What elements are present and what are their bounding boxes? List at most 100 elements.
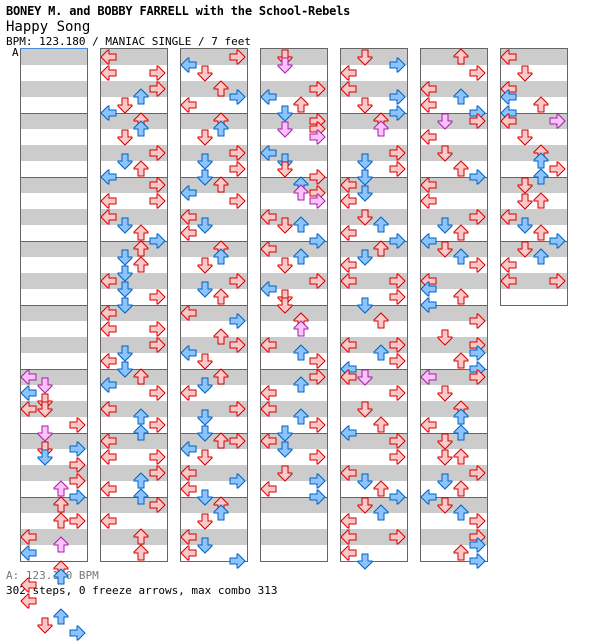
chart-info: BPM: 123.180 / MANIAC SINGLE / 7 feet <box>6 35 252 48</box>
arrow-left-icon <box>340 273 357 289</box>
arrow-left-icon <box>260 481 277 497</box>
arrow-left-icon <box>100 401 117 417</box>
arrow-left-icon <box>180 545 197 561</box>
arrow-right-icon <box>469 113 486 129</box>
arrow-right-icon <box>229 553 246 569</box>
arrow-right-icon <box>309 449 326 465</box>
arrow-up-icon <box>453 288 469 305</box>
arrow-right-icon <box>469 465 486 481</box>
arrow-right-icon <box>469 553 486 569</box>
arrow-right-icon <box>389 105 406 121</box>
arrow-right-icon <box>309 81 326 97</box>
arrow-up-icon <box>213 368 229 385</box>
arrow-down-icon <box>277 441 293 458</box>
arrow-down-icon <box>277 121 293 138</box>
arrow-right-icon <box>309 129 326 145</box>
arrow-down-icon <box>197 449 213 466</box>
arrow-right-icon <box>229 401 246 417</box>
arrow-right-icon <box>69 417 86 433</box>
measure-line <box>21 177 87 178</box>
arrow-right-icon <box>229 473 246 489</box>
arrow-down-icon <box>357 369 373 386</box>
arrow-right-icon <box>69 625 86 641</box>
arrow-up-icon <box>133 120 149 137</box>
arrow-up-icon <box>533 192 549 209</box>
arrow-right-icon <box>309 193 326 209</box>
arrow-left-icon <box>260 337 277 353</box>
arrow-right-icon <box>229 193 246 209</box>
measure-line <box>21 305 87 306</box>
arrow-left-icon <box>500 273 517 289</box>
arrow-right-icon <box>309 369 326 385</box>
bpm-marker: A <box>12 46 19 59</box>
arrow-down-icon <box>357 249 373 266</box>
arrow-up-icon <box>293 376 309 393</box>
arrow-left-icon <box>340 369 357 385</box>
arrow-up-icon <box>133 424 149 441</box>
arrow-up-icon <box>53 536 69 553</box>
arrow-down-icon <box>197 129 213 146</box>
arrow-left-icon <box>340 425 357 441</box>
arrow-right-icon <box>469 209 486 225</box>
arrow-down-icon <box>437 329 453 346</box>
arrow-right-icon <box>549 113 566 129</box>
arrow-right-icon <box>469 169 486 185</box>
bpm-change-line <box>20 48 88 49</box>
arrow-left-icon <box>180 97 197 113</box>
arrow-right-icon <box>149 417 166 433</box>
arrow-down-icon <box>197 377 213 394</box>
arrow-down-icon <box>277 257 293 274</box>
arrow-left-icon <box>340 337 357 353</box>
measure-line <box>21 241 87 242</box>
arrow-down-icon <box>357 49 373 66</box>
arrow-left-icon <box>100 105 117 121</box>
chart-summary: 302 steps, 0 freeze arrows, max combo 31… <box>6 584 278 597</box>
arrow-right-icon <box>149 193 166 209</box>
arrow-down-icon <box>197 217 213 234</box>
arrow-down-icon <box>37 617 53 634</box>
arrow-up-icon <box>213 248 229 265</box>
arrow-down-icon <box>357 553 373 570</box>
arrow-left-icon <box>180 225 197 241</box>
arrow-left-icon <box>100 169 117 185</box>
arrow-right-icon <box>229 273 246 289</box>
arrow-right-icon <box>309 273 326 289</box>
arrow-right-icon <box>549 273 566 289</box>
arrow-right-icon <box>469 65 486 81</box>
arrow-right-icon <box>389 161 406 177</box>
arrow-up-icon <box>453 424 469 441</box>
arrow-up-icon <box>533 168 549 185</box>
arrow-right-icon <box>389 57 406 73</box>
song-artist: BONEY M. and BOBBY FARRELL with the Scho… <box>6 4 351 18</box>
arrow-down-icon <box>437 113 453 130</box>
arrow-right-icon <box>389 529 406 545</box>
arrow-right-icon <box>69 513 86 529</box>
arrow-up-icon <box>293 248 309 265</box>
arrow-right-icon <box>309 489 326 505</box>
arrow-up-icon <box>133 256 149 273</box>
arrow-up-icon <box>133 88 149 105</box>
arrow-up-icon <box>213 120 229 137</box>
song-title: Happy Song <box>6 19 91 35</box>
arrow-up-icon <box>373 312 389 329</box>
arrow-up-icon <box>373 240 389 257</box>
arrow-left-icon <box>260 401 277 417</box>
arrow-right-icon <box>229 337 246 353</box>
arrow-down-icon <box>37 449 53 466</box>
arrow-right-icon <box>469 369 486 385</box>
measure-line <box>261 305 327 306</box>
arrow-right-icon <box>389 489 406 505</box>
arrow-up-icon <box>373 120 389 137</box>
arrow-right-icon <box>549 233 566 249</box>
arrow-left-icon <box>420 297 437 313</box>
arrow-down-icon <box>117 129 133 146</box>
arrow-up-icon <box>133 544 149 561</box>
arrow-right-icon <box>389 385 406 401</box>
arrow-left-icon <box>100 449 117 465</box>
arrow-right-icon <box>149 145 166 161</box>
arrow-down-icon <box>197 537 213 554</box>
arrow-left-icon <box>100 65 117 81</box>
arrow-right-icon <box>389 449 406 465</box>
arrow-down-icon <box>197 513 213 530</box>
arrow-left-icon <box>420 193 437 209</box>
